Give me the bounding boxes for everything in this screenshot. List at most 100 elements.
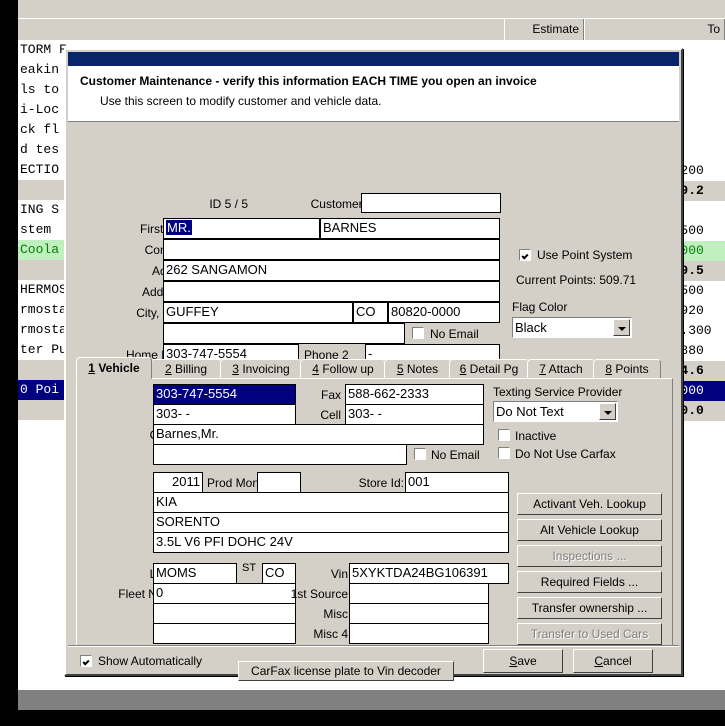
tab-accelerator: 5 [396, 362, 404, 376]
state-input[interactable]: CO [353, 302, 388, 323]
misc-input[interactable] [349, 603, 489, 624]
tab-label: Attach [545, 362, 583, 376]
work-phone-input[interactable]: 303-747-5554 [153, 384, 296, 405]
button-alt-vehicle-lookup[interactable]: Alt Vehicle Lookup [517, 519, 662, 541]
contact-input[interactable]: Barnes,Mr. [153, 424, 484, 445]
record-id-label: ID 5 / 5 [209, 197, 248, 211]
tab-label: Notes [403, 362, 439, 376]
texting-service-provider-label: Texting Service Provider [493, 385, 623, 399]
button-label: Transfer to Used Cars [530, 627, 649, 641]
first-source-input[interactable] [349, 583, 489, 604]
misc4-input[interactable] [349, 623, 489, 644]
tab-label: Points [612, 362, 649, 376]
save-button[interactable]: Save [483, 649, 563, 673]
engine-input[interactable]: 3.5L V6 PFI DOHC 24V [153, 532, 509, 553]
column-header-estimate[interactable]: Estimate [504, 19, 584, 41]
prod-month-input[interactable] [257, 472, 301, 493]
tab-notes[interactable]: 5 Notes [384, 359, 451, 379]
model-input[interactable]: SORENTO [153, 512, 509, 533]
dialog-header: Customer Maintenance - verify this infor… [68, 66, 679, 122]
button-label: Transfer ownership ... [531, 601, 648, 615]
cell-input[interactable]: 303- - [345, 404, 484, 425]
tab-vehicle[interactable]: 1 Vehicle [76, 357, 152, 379]
tab-accelerator: 4 [312, 362, 319, 376]
company-input[interactable] [163, 239, 500, 260]
license-input[interactable]: MOMS [153, 563, 237, 584]
store-id-input[interactable]: 001 [405, 472, 509, 493]
tab-detail-pg[interactable]: 6 Detail Pg [449, 359, 529, 379]
use-point-system-checkbox[interactable] [519, 249, 531, 261]
misc3-input[interactable] [153, 623, 296, 644]
tab-follow-up[interactable]: 4 Follow up [300, 359, 386, 379]
misc4-label: Misc 4 [313, 627, 348, 641]
customer-id-input[interactable] [361, 193, 501, 213]
first-name-input[interactable]: MR. [163, 218, 320, 239]
tab-attach[interactable]: 7 Attach [527, 359, 595, 379]
cancel-button[interactable]: Cancel [573, 649, 653, 673]
inactive-checkbox[interactable] [498, 429, 510, 441]
button-label: Alt Vehicle Lookup [540, 523, 639, 537]
button-label: Inspections ... [552, 549, 627, 563]
tab-accelerator: 2 [164, 362, 172, 376]
background-header-row: Estimate To [18, 18, 725, 42]
fax-input[interactable]: 588-662-2333 [345, 384, 484, 405]
year-input[interactable]: 2011 [153, 472, 203, 493]
do-not-use-carfax-checkbox[interactable] [498, 447, 510, 459]
tab-label: Vehicle [94, 361, 140, 375]
flag-color-select[interactable]: Black [512, 317, 632, 338]
column-header-total[interactable]: To [584, 19, 725, 41]
vin-input[interactable]: 5XYKTDA24BG106391 [349, 563, 509, 584]
tab-invoicing[interactable]: 3 Invoicing [220, 359, 302, 379]
chevron-down-icon[interactable] [599, 403, 616, 420]
save-button-label: Save [509, 654, 537, 668]
city-input[interactable]: GUFFEY [163, 302, 353, 323]
vehicle-no-email-checkbox[interactable] [414, 448, 426, 460]
dialog-titlebar [68, 52, 679, 66]
tab-accelerator: 1 [88, 361, 95, 375]
flag-color-label: Flag Color [512, 300, 568, 314]
vehicle-state-input[interactable]: CO [262, 563, 296, 584]
tab-label: Detail Pg [466, 362, 519, 376]
cancel-button-label: Cancel [594, 654, 632, 668]
tab-accelerator: 8 [605, 362, 612, 376]
tab-points[interactable]: 8 Points [593, 359, 661, 379]
make-input[interactable]: KIA [153, 492, 509, 513]
screen: Estimate To TORM Feakin ls to i-Loc ck fl d … [0, 0, 725, 726]
show-automatically-checkbox[interactable] [80, 655, 92, 667]
no-email-checkbox[interactable] [412, 327, 424, 339]
dialog-heading: Customer Maintenance - verify this infor… [80, 74, 537, 88]
pager-input[interactable]: 303- - [153, 404, 296, 425]
use-point-system-label: Use Point System [537, 248, 633, 262]
button-label: Required Fields ... [540, 575, 639, 589]
button-activant-veh-lookup[interactable]: Activant Veh. Lookup [517, 493, 662, 515]
button-label: Activant Veh. Lookup [533, 497, 646, 511]
button-transfer-ownership[interactable]: Transfer ownership ... [517, 597, 662, 619]
fleet-number-input[interactable]: 0 [153, 583, 296, 604]
tab-label: Invoicing [238, 362, 290, 376]
email-input[interactable] [163, 323, 405, 344]
do-not-use-carfax-label: Do Not Use Carfax [515, 447, 616, 461]
dialog-subheading: Use this screen to modify customer and v… [100, 94, 382, 108]
show-automatically-label: Show Automatically [98, 654, 203, 668]
tab-billing[interactable]: 2 Billing [150, 359, 222, 379]
chevron-down-icon[interactable] [613, 319, 630, 336]
texting-service-provider-select[interactable]: Do Not Text [493, 401, 618, 422]
address2-input[interactable] [163, 281, 500, 302]
vin-label: Vin [330, 567, 348, 581]
vehicle-email-input[interactable] [153, 444, 407, 465]
first-source-label: 1st Source [290, 587, 348, 601]
button-required-fields[interactable]: Required Fields ... [517, 571, 662, 593]
fax-label: Fax [320, 388, 341, 402]
tab-accelerator: 7 [539, 362, 546, 376]
background-toolbar [18, 0, 725, 19]
tab-strip: 1 Vehicle 2 Billing 3 Invoicing 4 Follow up… [76, 357, 673, 379]
inactive-label: Inactive [515, 429, 557, 443]
current-points-label: Current Points: 509.71 [516, 273, 637, 287]
no-email-label: No Email [430, 327, 479, 341]
zip-input[interactable]: 80820-0000 [388, 302, 500, 323]
color-input[interactable] [153, 603, 296, 624]
last-name-input[interactable]: BARNES [320, 218, 500, 239]
cell-label: Cell [320, 408, 341, 422]
button-inspections: Inspections ... [517, 545, 662, 567]
address-input[interactable]: 262 SANGAMON [163, 260, 500, 281]
